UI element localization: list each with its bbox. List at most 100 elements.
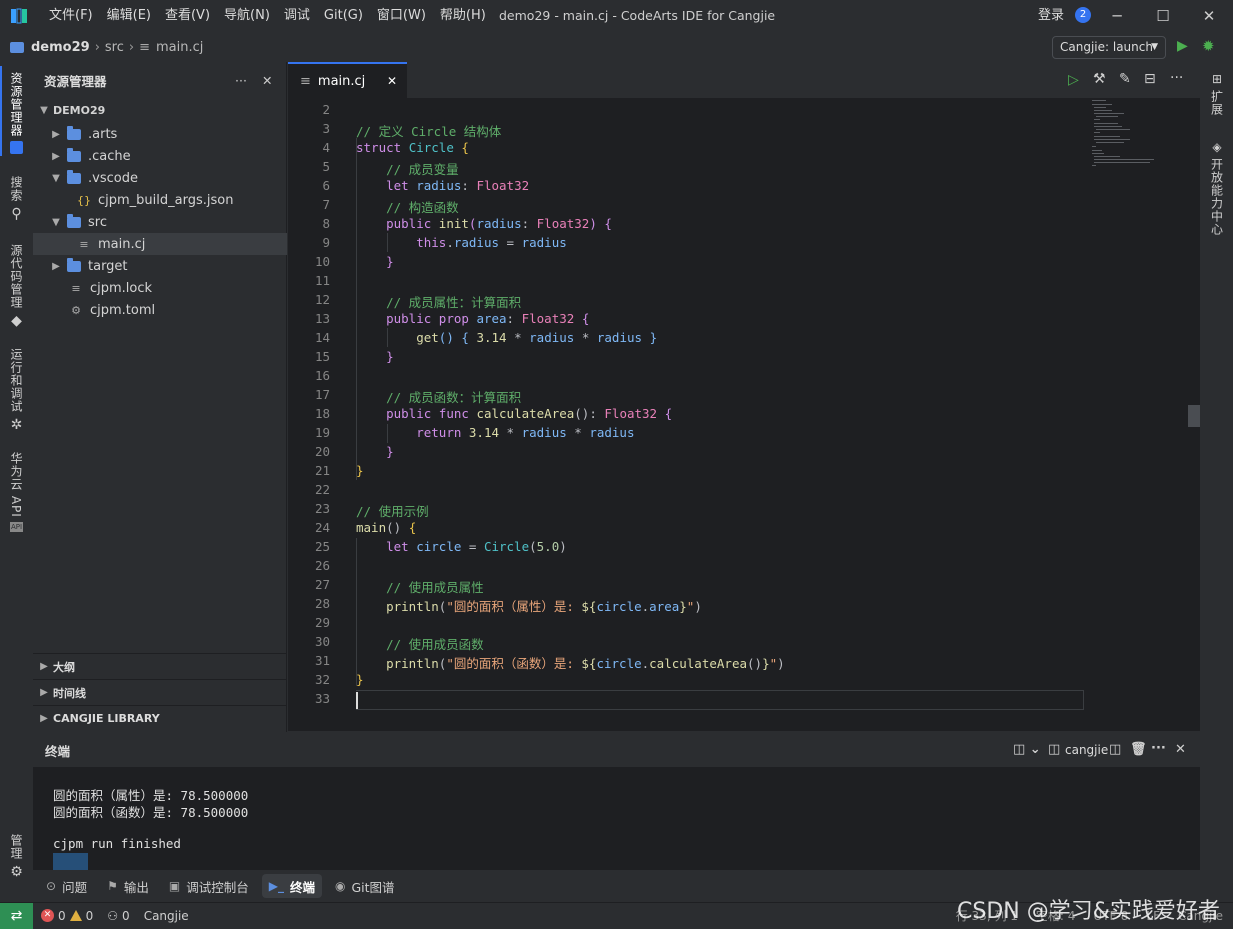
more-icon[interactable]: ···: [235, 73, 247, 88]
menu-git[interactable]: Git(G): [317, 0, 370, 32]
code-line[interactable]: // 使用示例: [356, 501, 429, 520]
activity-label: 源代码管理: [9, 244, 23, 309]
activity-manage[interactable]: 管理 ⚙: [0, 834, 33, 880]
terminal-icon: ▶_: [268, 879, 284, 893]
close-icon[interactable]: ✕: [387, 74, 397, 88]
tab-terminal[interactable]: ▶_ 终端: [261, 874, 322, 898]
code-line[interactable]: // 使用成员函数: [356, 634, 484, 653]
breadcrumb-project[interactable]: demo29: [31, 40, 90, 55]
tab-output[interactable]: ⚑ 输出: [100, 874, 156, 898]
code-line[interactable]: println("圆的面积（属性）是: ${circle.area}"): [356, 596, 702, 615]
tree-item-main-cj[interactable]: ≡ main.cj: [33, 233, 287, 255]
close-window-button[interactable]: ✕: [1186, 0, 1232, 32]
code-line[interactable]: let circle = Circle(5.0): [356, 539, 567, 554]
tree-item-build-args[interactable]: {} cjpm_build_args.json: [33, 189, 287, 211]
debug-icon[interactable]: ✹: [1202, 37, 1215, 55]
editor-scrollbar[interactable]: [1187, 98, 1200, 731]
chevron-right-icon: ▶: [40, 713, 48, 724]
terminal-shell-label[interactable]: cangjie: [1065, 743, 1108, 757]
code-line[interactable]: this.radius = radius: [356, 235, 567, 250]
code-line[interactable]: // 成员变量: [356, 159, 459, 178]
tree-item-arts[interactable]: ▶ .arts: [33, 123, 287, 145]
code-editor[interactable]: 2 3// 定义 Circle 结构体 4 struct Circle {5 // 成…: [288, 98, 1200, 731]
scrollbar-thumb[interactable]: [1188, 405, 1200, 427]
split-icon[interactable]: ◫: [1109, 742, 1121, 757]
code-line[interactable]: // 构造函数: [356, 197, 459, 216]
menu-window[interactable]: 窗口(W): [370, 0, 433, 32]
chevron-right-icon: ▶: [40, 687, 48, 698]
code-line[interactable]: }: [356, 463, 364, 478]
code-line[interactable]: }: [356, 349, 394, 364]
notification-badge[interactable]: 2: [1075, 7, 1091, 23]
tree-item-target[interactable]: ▶ target: [33, 255, 287, 277]
menu-debug[interactable]: 调试: [277, 0, 317, 32]
run-icon[interactable]: ▶: [1177, 38, 1188, 54]
code-line[interactable]: }: [356, 444, 394, 459]
problems-status[interactable]: ✕ 0 0: [41, 909, 93, 923]
code-line[interactable]: return 3.14 * radius * radius: [356, 425, 634, 440]
menu-navigate[interactable]: 导航(N): [217, 0, 277, 32]
login-button[interactable]: 登录: [1038, 0, 1064, 32]
code-line[interactable]: get() { 3.14 * radius * radius }: [356, 330, 657, 345]
tab-problems[interactable]: ⊙ 问题: [39, 874, 94, 898]
activity-search[interactable]: 搜索 ⚲: [0, 176, 33, 222]
section-outline[interactable]: ▶ 大纲: [33, 653, 287, 679]
ports-status[interactable]: ⚇ 0: [107, 909, 129, 923]
minimap[interactable]: [1090, 98, 1186, 168]
run-file-icon[interactable]: ▷: [1068, 72, 1079, 88]
run-config-select[interactable]: Cangjie: launch ▼: [1052, 36, 1166, 59]
close-icon[interactable]: ✕: [1175, 742, 1186, 757]
remote-button[interactable]: ⇄: [0, 902, 33, 929]
code-line[interactable]: public prop area: Float32 {: [356, 311, 589, 326]
section-label: 大纲: [53, 660, 75, 674]
minimize-button[interactable]: ─: [1094, 0, 1140, 32]
menu-help[interactable]: 帮助(H): [433, 0, 493, 32]
tab-git-graph[interactable]: ◉ Git图谱: [328, 874, 402, 898]
code-line[interactable]: // 定义 Circle 结构体: [356, 121, 501, 140]
code-line[interactable]: struct Circle {: [356, 140, 469, 155]
code-line[interactable]: // 使用成员属性: [356, 577, 484, 596]
code-line[interactable]: }: [356, 672, 364, 687]
tree-item-cjpm-lock[interactable]: ≡ cjpm.lock: [33, 277, 287, 299]
code-line[interactable]: // 成员属性：计算面积: [356, 292, 521, 311]
maximize-button[interactable]: ☐: [1140, 0, 1186, 32]
section-cangjie-library[interactable]: ▶ CANGJIE LIBRARY: [33, 705, 287, 731]
breadcrumb-folder[interactable]: src: [105, 40, 124, 55]
tree-root[interactable]: ▼ DEMO29: [33, 99, 287, 121]
line-number: 33: [314, 691, 330, 706]
code-line[interactable]: public init(radius: Float32) {: [356, 216, 612, 231]
trash-icon[interactable]: 🗑: [1130, 742, 1147, 757]
activity-scm[interactable]: 源代码管理 ◆: [0, 244, 33, 329]
breadcrumb-file[interactable]: main.cj: [156, 40, 203, 55]
code-line[interactable]: }: [356, 254, 394, 269]
code-line[interactable]: main() {: [356, 520, 416, 535]
tree-item-cjpm-toml[interactable]: ⚙ cjpm.toml: [33, 299, 287, 321]
tree-item-src[interactable]: ▼ src: [33, 211, 287, 233]
code-line[interactable]: // 成员函数：计算面积: [356, 387, 521, 406]
tree-item-cache[interactable]: ▶ .cache: [33, 145, 287, 167]
tab-main-cj[interactable]: ≡ main.cj ✕: [288, 62, 407, 98]
activity-open-capability[interactable]: ◈ 开放能力中心: [1201, 140, 1233, 236]
menu-view[interactable]: 查看(V): [158, 0, 217, 32]
edit-icon[interactable]: ✎: [1119, 71, 1131, 87]
more-icon[interactable]: ···: [1151, 741, 1166, 756]
more-icon[interactable]: ···: [1170, 70, 1183, 86]
build-icon[interactable]: ⚒: [1093, 71, 1106, 87]
activity-run-debug[interactable]: 运行和调试 ✲: [0, 348, 33, 433]
code-line[interactable]: println("圆的面积（函数）是: ${circle.calculateAr…: [356, 653, 785, 672]
split-editor-icon[interactable]: ⊟: [1144, 71, 1156, 87]
split-terminal-icon[interactable]: ◫ ⌄: [1013, 742, 1041, 757]
section-timeline[interactable]: ▶ 时间线: [33, 679, 287, 705]
code-line[interactable]: let radius: Float32: [356, 178, 529, 193]
menu-edit[interactable]: 编辑(E): [100, 0, 158, 32]
activity-explorer[interactable]: 资源管理器: [0, 72, 33, 154]
tree-item-label: target: [88, 258, 128, 274]
activity-extensions[interactable]: ⊞ 扩展: [1201, 72, 1233, 116]
menu-file[interactable]: 文件(F): [42, 0, 100, 32]
tab-debug-console[interactable]: ▣ 调试控制台: [162, 874, 256, 898]
language-status[interactable]: Cangjie: [144, 909, 189, 923]
code-line[interactable]: public func calculateArea(): Float32 {: [356, 406, 672, 421]
tree-item-vscode[interactable]: ▼ .vscode: [33, 167, 287, 189]
activity-huawei-api[interactable]: 华为云 API API: [0, 452, 33, 532]
close-icon[interactable]: ✕: [262, 73, 272, 88]
